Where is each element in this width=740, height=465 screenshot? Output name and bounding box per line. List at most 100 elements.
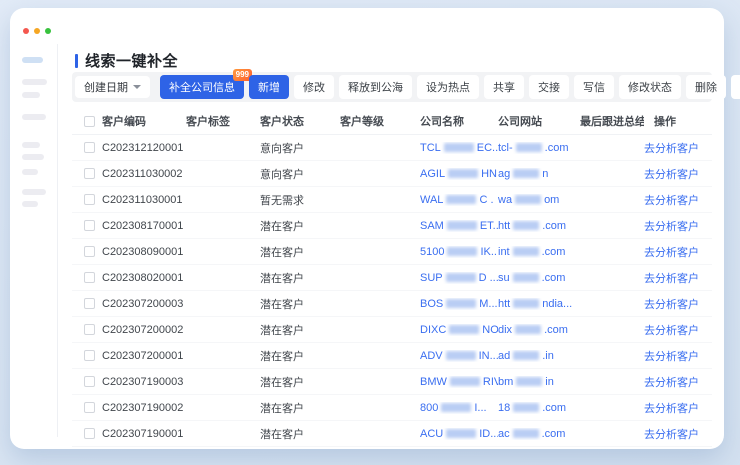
row-checkbox[interactable] [84, 428, 95, 439]
table-row[interactable]: C202307200001潜在客户ADVIN...ad.in去分析客户 [72, 343, 712, 369]
row-checkbox[interactable] [84, 142, 95, 153]
toolbar-button[interactable]: 交接 [529, 75, 569, 99]
company-name[interactable]: BMWRIV... [420, 376, 498, 388]
table-row[interactable]: C202308090001潜在客户5100IK...int.com去分析客户 [72, 239, 712, 265]
row-checkbox[interactable] [84, 324, 95, 335]
company-website[interactable]: htt.com [498, 220, 580, 232]
table-row[interactable]: C202307190003潜在客户BMWRIV...bmin去分析客户 [72, 369, 712, 395]
row-checkbox[interactable] [84, 168, 95, 179]
company-website-visible: .com [544, 324, 568, 336]
analyze-customer-link[interactable]: 去分析客户 [644, 374, 699, 390]
toolbar: 创建日期 补全公司信息999新增修改释放到公海设为热点共享交接写信修改状态删除更… [72, 72, 712, 102]
toolbar-button[interactable]: 新增 [249, 75, 289, 99]
sidebar-item-active[interactable] [22, 57, 43, 63]
company-website[interactable]: agn [498, 168, 580, 180]
toolbar-button[interactable]: 补全公司信息999 [160, 75, 244, 99]
analyze-customer-link[interactable]: 去分析客户 [644, 192, 699, 208]
company-website[interactable]: 18.com [498, 402, 580, 414]
table-row[interactable]: C202311030002意向客户AGILHN...agn去分析客户 [72, 161, 712, 187]
toolbar-button[interactable]: 更多... [731, 75, 740, 99]
analyze-customer-link[interactable]: 去分析客户 [644, 244, 699, 260]
row-checkbox[interactable] [84, 298, 95, 309]
company-website[interactable]: httndia... [498, 298, 580, 310]
toolbar-button[interactable]: 删除 [686, 75, 726, 99]
minimize-window-button[interactable] [34, 28, 40, 34]
sidebar-item[interactable] [22, 154, 44, 160]
sidebar-item[interactable] [22, 79, 47, 85]
company-name[interactable]: ADVIN... [420, 350, 498, 362]
sidebar-item[interactable] [22, 201, 38, 207]
table-row[interactable]: C202311030001暂无需求WALC .waom去分析客户 [72, 187, 712, 213]
company-name[interactable]: ACUID... [420, 428, 498, 440]
table-row[interactable]: C202307190001潜在客户ACUID...ac.com去分析客户 [72, 421, 712, 447]
select-all-checkbox[interactable] [84, 116, 95, 127]
company-name[interactable]: SAMET... [420, 220, 498, 232]
sidebar-item[interactable] [22, 169, 38, 175]
sidebar-item[interactable] [22, 92, 40, 98]
toolbar-button[interactable]: 释放到公海 [339, 75, 412, 99]
company-website-visible: .com [542, 246, 566, 258]
company-website[interactable]: int.com [498, 246, 580, 258]
company-website[interactable]: tcl-.com [498, 142, 580, 154]
company-name-visible: C . [479, 194, 493, 206]
toolbar-button-label: 补全公司信息 [169, 79, 235, 95]
row-checkbox[interactable] [84, 376, 95, 387]
table-row[interactable]: C202307200003潜在客户BOSM...httndia...去分析客户 [72, 291, 712, 317]
company-website[interactable]: ac.com [498, 428, 580, 440]
row-checkbox[interactable] [84, 220, 95, 231]
row-checkbox[interactable] [84, 350, 95, 361]
analyze-customer-link[interactable]: 去分析客户 [644, 400, 699, 416]
analyze-customer-link[interactable]: 去分析客户 [644, 140, 699, 156]
analyze-customer-link[interactable]: 去分析客户 [644, 166, 699, 182]
company-name[interactable]: DIXCNO... [420, 324, 498, 336]
row-checkbox[interactable] [84, 272, 95, 283]
table-row[interactable]: C202307200002潜在客户DIXCNO...dix.com去分析客户 [72, 317, 712, 343]
toolbar-button[interactable]: 设为热点 [417, 75, 479, 99]
analyze-customer-link[interactable]: 去分析客户 [644, 270, 699, 286]
table-row[interactable]: C202307190002潜在客户800I...18.com去分析客户 [72, 395, 712, 421]
company-website[interactable]: su.com [498, 272, 580, 284]
company-name[interactable]: WALC . [420, 194, 498, 206]
company-name[interactable]: TCLEC... [420, 142, 498, 154]
row-checkbox[interactable] [84, 194, 95, 205]
company-name-redacted [441, 403, 471, 412]
toolbar-button[interactable]: 修改状态 [619, 75, 681, 99]
table-row[interactable]: C202308020001潜在客户SUPD ...su.com去分析客户 [72, 265, 712, 291]
sidebar-item[interactable] [22, 114, 46, 120]
company-name[interactable]: AGILHN... [420, 168, 498, 180]
customer-code: C202312120001 [102, 142, 186, 154]
analyze-customer-link[interactable]: 去分析客户 [644, 348, 699, 364]
company-name[interactable]: BOSM... [420, 298, 498, 310]
company-name[interactable]: SUPD ... [420, 272, 498, 284]
company-website[interactable]: dix.com [498, 324, 580, 336]
analyze-customer-link[interactable]: 去分析客户 [644, 218, 699, 234]
analyze-customer-link[interactable]: 去分析客户 [644, 296, 699, 312]
close-window-button[interactable] [23, 28, 29, 34]
company-website-visible: ag [498, 168, 510, 180]
customer-status: 潜在客户 [260, 374, 340, 390]
company-website-visible: .com [542, 402, 566, 414]
create-date-filter[interactable]: 创建日期 [75, 76, 150, 98]
analyze-customer-link[interactable]: 去分析客户 [644, 426, 699, 442]
row-checkbox[interactable] [84, 246, 95, 257]
company-name[interactable]: 5100IK... [420, 246, 498, 258]
column-header: 操作 [644, 113, 712, 129]
company-name[interactable]: 800I... [420, 402, 498, 414]
customer-status: 潜在客户 [260, 244, 340, 260]
sidebar-item[interactable] [22, 142, 40, 148]
company-website[interactable]: bmin [498, 376, 580, 388]
toolbar-button[interactable]: 修改 [294, 75, 334, 99]
company-website-redacted [515, 195, 541, 204]
maximize-window-button[interactable] [45, 28, 51, 34]
company-website-visible: htt [498, 298, 510, 310]
row-checkbox[interactable] [84, 402, 95, 413]
sidebar-item[interactable] [22, 189, 46, 195]
table-row[interactable]: C202308170001潜在客户SAMET...htt.com去分析客户 [72, 213, 712, 239]
toolbar-button[interactable]: 共享 [484, 75, 524, 99]
company-website[interactable]: waom [498, 194, 580, 206]
table-row[interactable]: C202312120001意向客户TCLEC...tcl-.com去分析客户 [72, 135, 712, 161]
toolbar-button[interactable]: 写信 [574, 75, 614, 99]
customer-status: 暂无需求 [260, 192, 340, 208]
company-website[interactable]: ad.in [498, 350, 580, 362]
analyze-customer-link[interactable]: 去分析客户 [644, 322, 699, 338]
